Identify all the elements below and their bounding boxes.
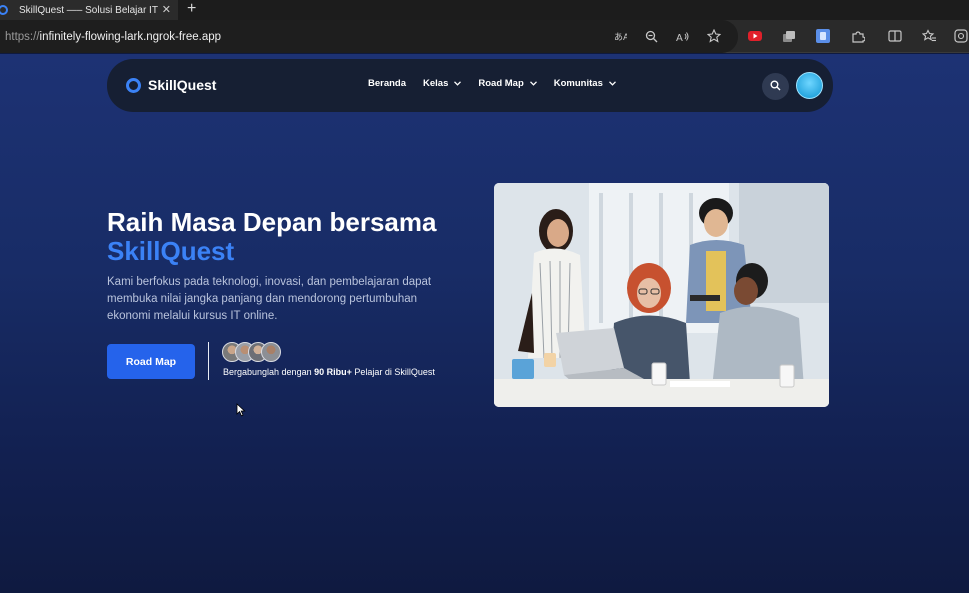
site-favicon-icon [0,5,8,15]
zoom-out-icon[interactable] [643,28,659,44]
svg-text:A: A [676,33,683,43]
hero-title-line1: Raih Masa Depan bersama [107,207,437,237]
learner-avatars [222,342,281,362]
browser-address-bar: https://infinitely-flowing-lark.ngrok-fr… [0,20,969,53]
browser-essentials-icon[interactable] [953,28,969,44]
nav-item-label: Kelas [423,78,449,89]
nav-item-road-map[interactable]: Road Map [478,78,537,89]
nav-item-beranda[interactable]: Beranda [368,78,406,89]
nav-item-label: Komunitas [553,78,603,89]
translate-icon[interactable]: あA [612,28,628,44]
favorites-icon[interactable] [921,28,937,44]
mouse-cursor-icon [236,403,246,422]
nav-item-label: Road Map [478,78,524,89]
url-text: https://infinitely-flowing-lark.ngrok-fr… [5,30,222,43]
hero-description: Kami berfokus pada teknologi, inovasi, d… [107,276,432,322]
search-button[interactable] [762,73,789,100]
tab-close-icon[interactable]: ✕ [162,3,171,16]
browser-tab-bar: SkillQuest —– Solusi Belajar IT ✕ + [0,0,969,20]
brand-name: SkillQuest [148,77,217,93]
extensions-icon[interactable] [850,28,866,44]
chevron-down-icon [529,79,537,88]
tab-title: SkillQuest —– Solusi Belajar IT [19,4,158,16]
split-screen-icon[interactable] [887,28,903,44]
road-map-button[interactable]: Road Map [107,344,195,379]
search-icon [770,78,781,96]
nav-item-komunitas[interactable]: Komunitas [554,78,616,89]
browser-tab[interactable]: SkillQuest —– Solusi Belajar IT ✕ [0,0,178,20]
new-tab-button[interactable]: + [187,0,196,18]
user-avatar[interactable] [796,72,823,99]
youtube-extension-icon[interactable] [747,28,763,44]
page-content: SkillQuest Beranda Kelas Road Map Komuni… [0,54,969,593]
chevron-down-icon [454,79,462,88]
collections-icon[interactable] [781,28,797,44]
nav-item-label: Beranda [368,78,407,89]
vertical-divider [208,342,209,380]
learner-count: 90 Ribu+ [314,367,352,377]
hero-title: Raih Masa Depan bersama SkillQuest [107,208,436,266]
svg-text:あA: あA [614,32,627,43]
extension-blue-icon[interactable] [815,28,831,44]
brand-logo-icon [126,77,141,93]
join-caption: Bergabunglah dengan 90 Ribu+ Pelajar di … [223,367,435,377]
nav-menu: Beranda Kelas Road Map Komunitas [368,78,616,89]
site-navbar: SkillQuest Beranda Kelas Road Map Komuni… [107,59,833,112]
hero-title-brand: SkillQuest [107,236,235,266]
learner-avatar [261,342,281,362]
favorite-star-icon[interactable] [706,28,722,44]
chevron-down-icon [608,79,616,88]
read-aloud-icon[interactable]: A [675,28,691,44]
nav-item-kelas[interactable]: Kelas [423,78,462,89]
hero-team-photo [494,183,829,407]
brand-logo[interactable]: SkillQuest [126,77,216,93]
